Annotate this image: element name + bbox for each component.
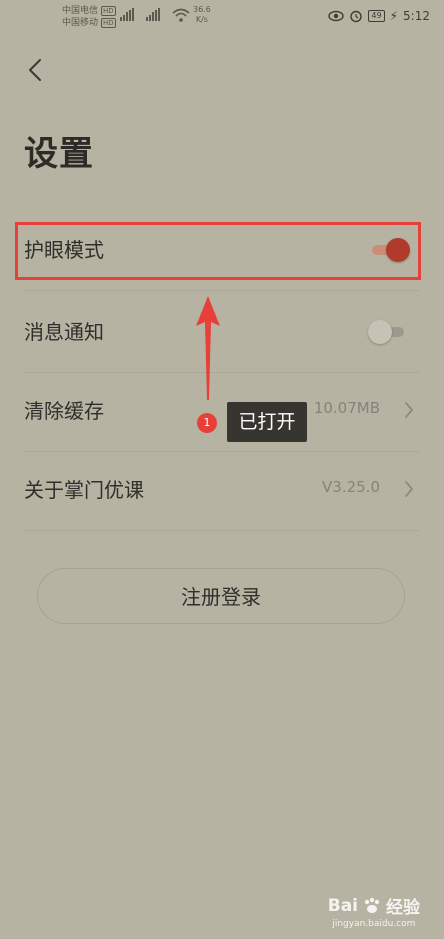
battery-icon: 49 <box>368 10 385 22</box>
net-speed: 36.6 K/s <box>193 5 211 25</box>
watermark-url: jingyan.baidu.com <box>332 919 416 929</box>
status-bar: 中国电信 HD 中国移动 HD 36.6 K/s 49 ⚡ 5:12 <box>0 0 444 36</box>
baidu-watermark: Bai 经验 jingyan.baidu.com <box>327 893 420 930</box>
paw-icon <box>364 897 380 913</box>
eye-icon <box>328 10 345 22</box>
notifications-toggle[interactable] <box>368 320 406 344</box>
register-login-button[interactable]: 注册登录 <box>37 568 405 624</box>
carrier-info: 中国电信 HD 中国移动 HD <box>62 5 116 29</box>
toggle-knob <box>368 320 392 344</box>
watermark-suffix: 经验 <box>386 898 420 918</box>
carrier-2-name: 中国移动 <box>62 18 99 28</box>
arrow-up-icon <box>196 296 220 400</box>
chevron-left-icon[interactable] <box>24 56 48 84</box>
settings-row-about[interactable]: 关于掌门优课 V3.25.0 <box>24 452 420 531</box>
wifi-icon <box>172 8 190 22</box>
charging-icon: ⚡ <box>389 9 399 23</box>
settings-row-label: 关于掌门优课 <box>24 478 144 502</box>
signal-icon <box>120 7 134 21</box>
settings-row-label: 消息通知 <box>24 320 104 344</box>
hd-badge: HD <box>101 6 116 16</box>
settings-row-label: 清除缓存 <box>24 399 104 423</box>
app-version-value: V3.25.0 <box>322 478 380 496</box>
carrier-1-name: 中国电信 <box>62 6 99 16</box>
chevron-right-icon <box>405 402 414 418</box>
net-speed-value: 36.6 <box>193 5 211 14</box>
clock-time: 5:12 <box>403 9 430 23</box>
cache-size-value: 10.07MB <box>313 399 380 417</box>
page-title: 设置 <box>24 134 94 174</box>
net-speed-unit: K/s <box>195 15 208 24</box>
chevron-right-icon <box>405 481 414 497</box>
annotation-tooltip: 已打开 <box>227 402 307 442</box>
status-right-group: 49 ⚡ 5:12 <box>328 9 430 23</box>
watermark-brand: Bai <box>327 895 358 916</box>
hd-badge: HD <box>101 18 116 28</box>
step-number-badge: 1 <box>197 413 217 433</box>
alarm-icon <box>350 10 363 23</box>
signal-icon <box>146 7 160 21</box>
highlight-box <box>15 222 421 280</box>
